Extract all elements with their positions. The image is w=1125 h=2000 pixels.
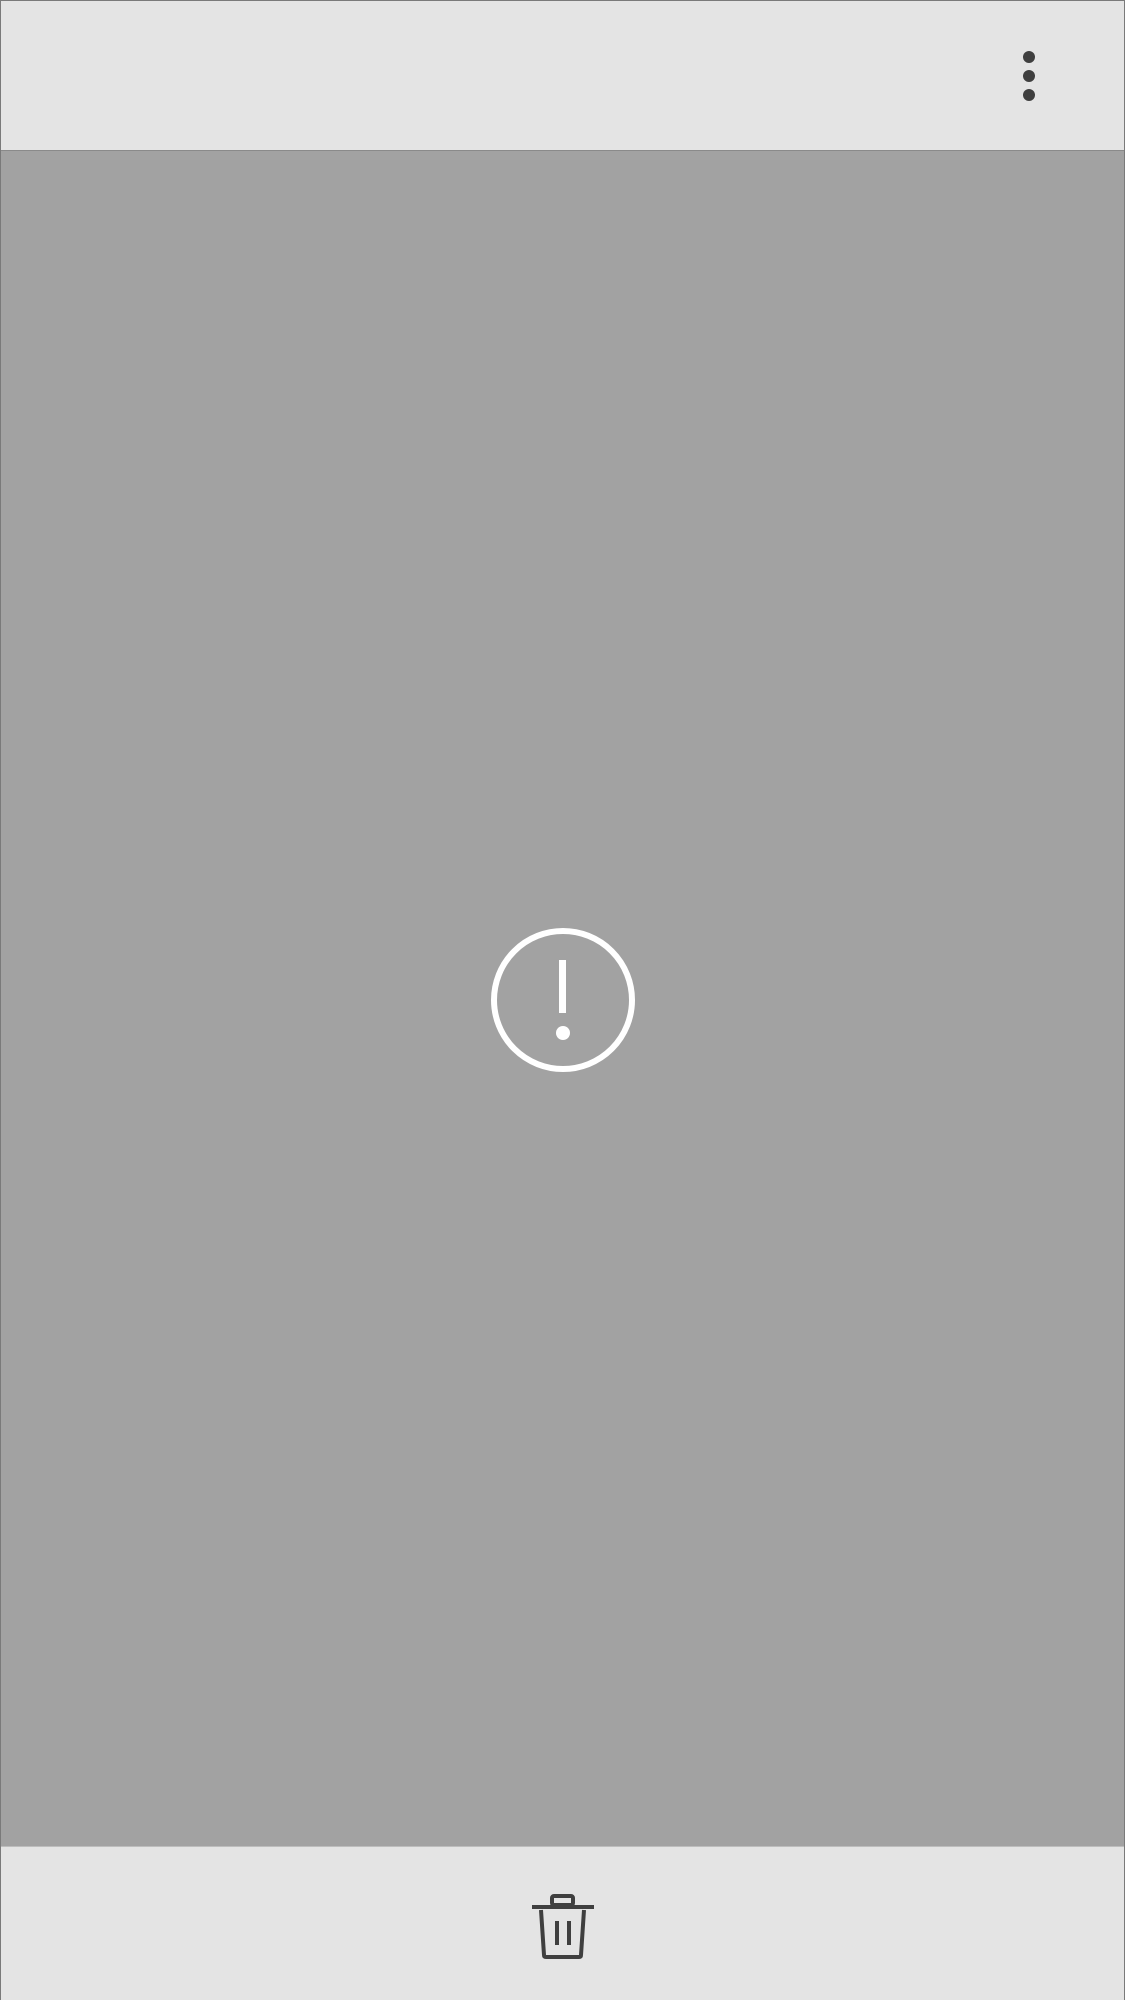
image-content-area <box>1 151 1124 1846</box>
trash-icon <box>532 1894 594 1959</box>
bottom-action-bar <box>1 1846 1124 2000</box>
top-app-bar <box>1 1 1124 151</box>
delete-button[interactable] <box>525 1889 601 1965</box>
more-options-button[interactable] <box>1001 45 1057 107</box>
image-viewer-screen <box>0 0 1125 2000</box>
more-vertical-icon <box>1023 51 1035 101</box>
error-alert-icon <box>491 928 635 1072</box>
